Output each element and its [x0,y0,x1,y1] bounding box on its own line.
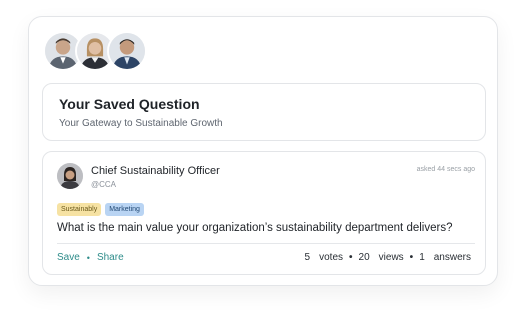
question-text[interactable]: What is the main value your organization… [57,222,452,234]
avatar[interactable] [107,31,147,71]
author-name[interactable]: Chief Sustainability Officer [91,165,220,177]
author-avatar[interactable] [57,163,83,189]
votes-label: votes [319,252,344,263]
card-subtitle: Your Gateway to Sustainable Growth [59,118,223,129]
author-handle: @CCA [91,180,117,189]
saved-question-card[interactable]: Your Saved Question Your Gateway to Sust… [42,83,486,141]
post-timestamp: asked 44 secs ago [416,166,475,173]
separator-dot: • [86,252,90,263]
stats-separator: • [349,252,353,263]
stats-separator: • [409,252,414,263]
divider [57,243,475,244]
post-stats: 5 votes • 20 views • 1 answers [305,252,471,263]
answers-count: 1 [419,252,425,263]
tag-list: Sustainably Marketing [57,203,144,216]
saved-question-panel: Your Saved Question Your Gateway to Sust… [28,16,498,286]
views-count: 20 [358,252,370,263]
save-link[interactable]: Save [57,252,80,263]
views-label: views [378,252,404,263]
tag-sustainably[interactable]: Sustainably [57,203,102,216]
votes-count: 5 [304,252,311,263]
tag-marketing[interactable]: Marketing [105,203,144,216]
share-link[interactable]: Share [97,252,124,263]
question-post: Chief Sustainability Officer @CCA asked … [42,151,486,275]
answers-label: answers [433,252,471,263]
card-title: Your Saved Question [59,96,200,112]
post-actions: Save • Share [57,252,124,263]
